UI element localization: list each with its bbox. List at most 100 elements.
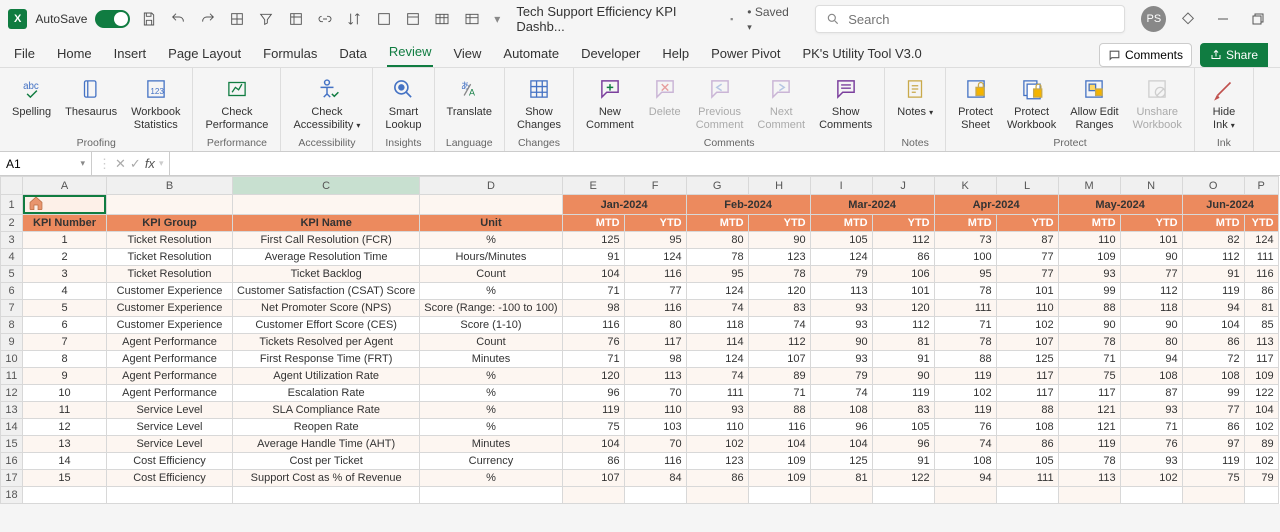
- cell-kpi-number[interactable]: 3: [23, 266, 107, 283]
- cell-value[interactable]: 125: [996, 351, 1058, 368]
- cell-value[interactable]: 71: [934, 317, 996, 334]
- row-header-10[interactable]: 10: [1, 351, 23, 368]
- cell-value[interactable]: 112: [872, 232, 934, 249]
- cell-value[interactable]: 70: [624, 436, 686, 453]
- cell-value[interactable]: 124: [686, 351, 748, 368]
- cell-value[interactable]: 91: [562, 249, 624, 266]
- row-header-2[interactable]: 2: [1, 215, 23, 232]
- cell-value[interactable]: 108: [1182, 368, 1244, 385]
- empty-cell[interactable]: [107, 487, 233, 504]
- cell-kpi-number[interactable]: 14: [23, 453, 107, 470]
- cell-value[interactable]: 89: [1244, 436, 1278, 453]
- col-header-H[interactable]: H: [748, 177, 810, 195]
- cell-value[interactable]: 116: [624, 266, 686, 283]
- cell-value[interactable]: 98: [562, 300, 624, 317]
- row-header-6[interactable]: 6: [1, 283, 23, 300]
- cell-kpi-name[interactable]: Net Promoter Score (NPS): [233, 300, 420, 317]
- cell-value[interactable]: 101: [872, 283, 934, 300]
- empty-cell[interactable]: [1058, 487, 1120, 504]
- cell-value[interactable]: 84: [624, 470, 686, 487]
- cell-unit[interactable]: Hours/Minutes: [420, 249, 562, 266]
- ribbon-new-comment[interactable]: NewComment: [580, 72, 640, 133]
- search-box[interactable]: [815, 5, 1125, 33]
- comments-button[interactable]: Comments: [1099, 43, 1192, 67]
- cell-kpi-group[interactable]: Cost Efficiency: [107, 470, 233, 487]
- cell-value[interactable]: 113: [1244, 334, 1278, 351]
- cell-value[interactable]: 116: [624, 453, 686, 470]
- cell-value[interactable]: 90: [1058, 317, 1120, 334]
- cell-kpi-name[interactable]: Customer Satisfaction (CSAT) Score: [233, 283, 420, 300]
- cell-value[interactable]: 102: [1244, 419, 1278, 436]
- cell-kpi-group[interactable]: Ticket Resolution: [107, 249, 233, 266]
- minimize-button[interactable]: [1210, 5, 1237, 33]
- col-header-B[interactable]: B: [107, 177, 233, 195]
- cell-kpi-group[interactable]: Agent Performance: [107, 368, 233, 385]
- cell-value[interactable]: 78: [686, 249, 748, 266]
- save-icon[interactable]: [138, 8, 159, 30]
- cell-value[interactable]: 93: [1120, 453, 1182, 470]
- enter-icon[interactable]: ✓: [130, 156, 141, 172]
- cell-value[interactable]: 71: [1120, 419, 1182, 436]
- qat-overflow[interactable]: ▾: [494, 12, 500, 26]
- cell-value[interactable]: 111: [686, 385, 748, 402]
- cell-value[interactable]: 86: [1244, 283, 1278, 300]
- cell-value[interactable]: 103: [624, 419, 686, 436]
- cell-value[interactable]: 116: [624, 300, 686, 317]
- cell-kpi-group[interactable]: Customer Experience: [107, 317, 233, 334]
- cell-value[interactable]: 86: [872, 249, 934, 266]
- row-header-15[interactable]: 15: [1, 436, 23, 453]
- cell-value[interactable]: 104: [1182, 317, 1244, 334]
- cell-value[interactable]: 93: [1058, 266, 1120, 283]
- cell-value[interactable]: 123: [748, 249, 810, 266]
- cell-value[interactable]: 107: [562, 470, 624, 487]
- cell-value[interactable]: 117: [1058, 385, 1120, 402]
- undo-icon[interactable]: [168, 8, 189, 30]
- cell-value[interactable]: 122: [1244, 385, 1278, 402]
- cell-value[interactable]: 108: [934, 453, 996, 470]
- col-header-E[interactable]: E: [562, 177, 624, 195]
- empty-cell[interactable]: [686, 487, 748, 504]
- cell-kpi-number[interactable]: 2: [23, 249, 107, 266]
- cell-value[interactable]: 117: [996, 385, 1058, 402]
- cell-value[interactable]: 119: [1182, 283, 1244, 300]
- cell-value[interactable]: 90: [1120, 249, 1182, 266]
- cell-value[interactable]: 120: [748, 283, 810, 300]
- col-header-L[interactable]: L: [996, 177, 1058, 195]
- cell-value[interactable]: 93: [686, 402, 748, 419]
- col-header-P[interactable]: P: [1244, 177, 1278, 195]
- cell-unit[interactable]: %: [420, 385, 562, 402]
- row-header-14[interactable]: 14: [1, 419, 23, 436]
- cell-unit[interactable]: Count: [420, 266, 562, 283]
- cell-value[interactable]: 116: [562, 317, 624, 334]
- cell-value[interactable]: 113: [1058, 470, 1120, 487]
- cell-value[interactable]: 107: [996, 334, 1058, 351]
- user-avatar[interactable]: PS: [1141, 6, 1166, 32]
- cell-value[interactable]: 112: [748, 334, 810, 351]
- cell-value[interactable]: 73: [934, 232, 996, 249]
- cell-value[interactable]: 97: [1182, 436, 1244, 453]
- cell-value[interactable]: 108: [1120, 368, 1182, 385]
- tab-formulas[interactable]: Formulas: [261, 40, 319, 67]
- cell-value[interactable]: 102: [996, 317, 1058, 334]
- cell-value[interactable]: 102: [1244, 453, 1278, 470]
- ribbon-thesaurus[interactable]: Thesaurus: [59, 72, 123, 121]
- cell-kpi-name[interactable]: Escalation Rate: [233, 385, 420, 402]
- tab-developer[interactable]: Developer: [579, 40, 642, 67]
- cell-kpi-name[interactable]: Reopen Rate: [233, 419, 420, 436]
- row-header-1[interactable]: 1: [1, 195, 23, 215]
- cell-value[interactable]: 77: [996, 266, 1058, 283]
- cell-value[interactable]: 86: [1182, 334, 1244, 351]
- cell-kpi-number[interactable]: 5: [23, 300, 107, 317]
- cell-value[interactable]: 76: [934, 419, 996, 436]
- cell-value[interactable]: 90: [872, 368, 934, 385]
- empty-cell[interactable]: [810, 487, 872, 504]
- cell-value[interactable]: 80: [1120, 334, 1182, 351]
- empty-cell[interactable]: [996, 487, 1058, 504]
- col-header-D[interactable]: D: [420, 177, 562, 195]
- cell-kpi-number[interactable]: 7: [23, 334, 107, 351]
- cell-value[interactable]: 117: [624, 334, 686, 351]
- cell-kpi-name[interactable]: Average Resolution Time: [233, 249, 420, 266]
- empty-cell[interactable]: [1244, 487, 1278, 504]
- cell-value[interactable]: 111: [934, 300, 996, 317]
- cell-value[interactable]: 82: [1182, 232, 1244, 249]
